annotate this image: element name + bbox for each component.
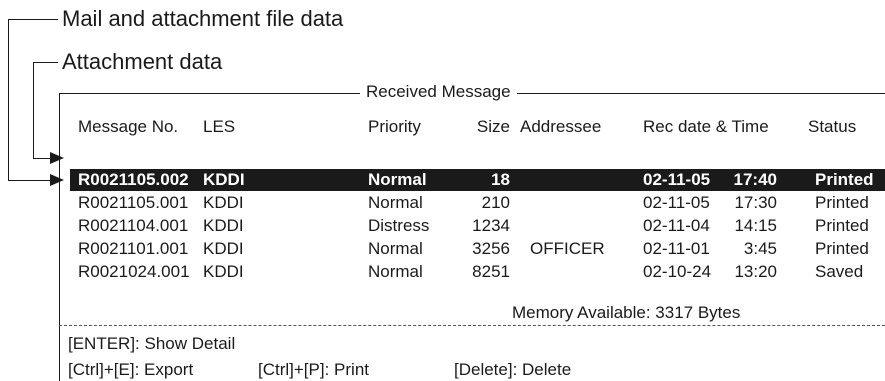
cell-rec-date: 02-11-05: [643, 170, 711, 189]
cell-les: KDDI: [203, 239, 244, 258]
cell-addressee: OFFICER: [530, 239, 605, 258]
callout-line: [8, 19, 9, 180]
memory-available: Memory Available: 3317 Bytes: [512, 303, 741, 322]
cell-size: 8251: [472, 262, 510, 281]
header-message-no: Message No.: [78, 117, 179, 136]
callout-arrow-icon: [50, 174, 64, 186]
cell-priority: Normal: [368, 170, 427, 189]
cell-les: KDDI: [203, 170, 245, 189]
cell-status: Printed: [815, 193, 869, 212]
cell-size: 18: [491, 170, 510, 189]
callout-arrow-icon: [50, 152, 64, 164]
callout-line: [33, 62, 58, 63]
table-row[interactable]: R0021105.002 KDDI Normal 18 02-11-05 17:…: [70, 169, 885, 191]
key-hint-delete: [Delete]: Delete: [454, 360, 572, 379]
cell-status: Saved: [815, 262, 864, 281]
annotation-mail-attachment: Mail and attachment file data: [62, 6, 344, 31]
cell-les: KDDI: [203, 193, 244, 212]
cell-status: Printed: [815, 170, 874, 189]
cell-message-no: R0021105.001: [78, 193, 189, 212]
cell-rec-date: 02-11-01: [643, 239, 710, 258]
callout-line: [8, 19, 58, 20]
key-hint-separator: [59, 325, 885, 326]
table-row[interactable]: R0021101.001 KDDI Normal 3256 OFFICER 02…: [70, 238, 885, 260]
cell-message-no: R0021105.002: [78, 170, 189, 189]
cell-rec-time: 17:40: [733, 170, 777, 189]
key-hint-export: [Ctrl]+[E]: Export: [68, 360, 194, 379]
header-les: LES: [203, 117, 236, 136]
callout-line: [8, 180, 50, 181]
table-row[interactable]: R0021105.001 KDDI Normal 210 02-11-05 17…: [70, 192, 885, 214]
cell-rec-date: 02-11-05: [643, 193, 710, 212]
cell-status: Printed: [815, 216, 869, 235]
panel-border-left: [59, 93, 60, 381]
callout-line: [33, 158, 50, 159]
annotation-attachment: Attachment data: [62, 49, 223, 74]
cell-priority: Normal: [368, 239, 423, 258]
cell-les: KDDI: [203, 262, 244, 281]
cell-size: 210: [481, 193, 510, 212]
panel-title: Received Message: [360, 82, 517, 102]
cell-rec-time: 3:45: [743, 239, 777, 258]
header-size: Size: [476, 117, 510, 136]
cell-priority: Distress: [368, 216, 430, 235]
cell-message-no: R0021024.001: [78, 262, 190, 281]
header-addressee: Addressee: [520, 117, 602, 136]
cell-rec-time: 13:20: [734, 262, 777, 281]
key-hint-print: [Ctrl]+[P]: Print: [258, 360, 369, 379]
cell-message-no: R0021101.001: [78, 239, 189, 258]
table-row[interactable]: R0021024.001 KDDI Normal 8251 02-10-24 1…: [70, 261, 885, 283]
header-status: Status: [808, 117, 857, 136]
cell-rec-time: 17:30: [734, 193, 777, 212]
key-hint-enter: [ENTER]: Show Detail: [68, 334, 236, 353]
cell-size: 3256: [472, 239, 510, 258]
cell-les: KDDI: [203, 216, 244, 235]
cell-rec-time: 14:15: [734, 216, 777, 235]
cell-status: Printed: [815, 239, 869, 258]
cell-rec-date: 02-10-24: [643, 262, 712, 281]
cell-priority: Normal: [368, 193, 423, 212]
header-rec-date-time: Rec date & Time: [643, 117, 769, 136]
cell-priority: Normal: [368, 262, 423, 281]
cell-rec-date: 02-11-04: [643, 216, 710, 235]
cell-size: 1234: [472, 216, 510, 235]
table-row[interactable]: R0021104.001 KDDI Distress 1234 02-11-04…: [70, 215, 885, 237]
callout-line: [33, 62, 34, 158]
cell-message-no: R0021104.001: [78, 216, 189, 235]
header-priority: Priority: [368, 117, 421, 136]
